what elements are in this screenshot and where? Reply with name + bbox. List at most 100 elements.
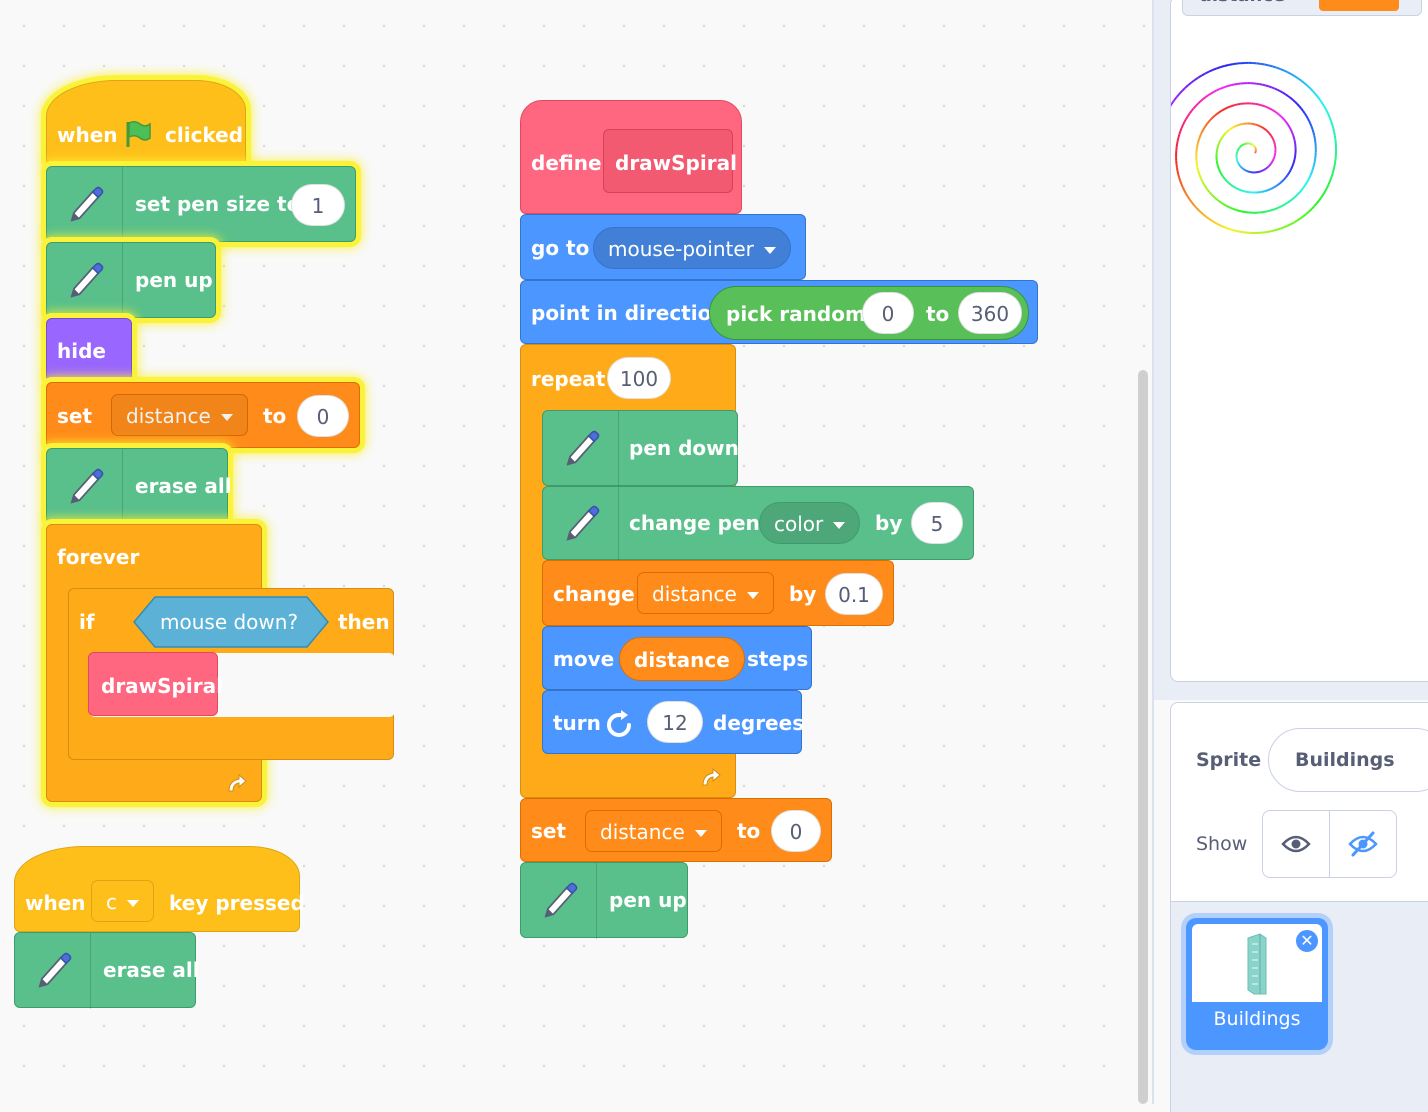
- set-variable-block-2[interactable]: set distance to 0: [520, 798, 832, 862]
- pen-icon: [47, 167, 123, 243]
- spiral-segment: [1288, 172, 1289, 174]
- spiral-segment: [1231, 84, 1234, 85]
- when-key-pressed-block[interactable]: when c key pressed: [14, 846, 300, 932]
- pen-change-input[interactable]: 5: [911, 502, 963, 544]
- spiral-segment: [1262, 127, 1263, 128]
- spiral-segment: [1189, 199, 1191, 202]
- go-to-block[interactable]: go to mouse-pointer: [520, 214, 806, 280]
- define-label: define: [531, 151, 602, 175]
- spiral-segment: [1219, 88, 1222, 89]
- spiral-segment: [1219, 142, 1220, 143]
- spiral-segment: [1276, 185, 1278, 186]
- spiral-segment: [1219, 168, 1220, 170]
- change-value-input[interactable]: 0.1: [825, 573, 883, 615]
- turn-block[interactable]: turn 12 degrees: [542, 690, 802, 754]
- sprite-name-input[interactable]: Buildings: [1268, 728, 1428, 792]
- pen-up-block-2[interactable]: pen up: [520, 862, 688, 938]
- show-label: Show: [1196, 833, 1247, 855]
- spiral-segment: [1332, 125, 1333, 129]
- hide-sprite-button[interactable]: [1329, 810, 1397, 878]
- key-dropdown[interactable]: c: [91, 880, 154, 922]
- spiral-segment: [1180, 181, 1181, 184]
- point-in-direction-label: point in direction: [531, 301, 726, 325]
- repeat-count-input[interactable]: 100: [607, 357, 671, 399]
- erase-all-block[interactable]: erase all: [46, 448, 228, 524]
- spiral-segment: [1286, 175, 1287, 177]
- pen-down-block[interactable]: pen down: [542, 410, 738, 486]
- set-pen-size-block[interactable]: set pen size to 1: [46, 166, 356, 242]
- spiral-segment: [1273, 66, 1277, 67]
- drawspiral-call-block[interactable]: drawSpiral: [88, 652, 218, 716]
- spiral-segment: [1291, 74, 1294, 76]
- show-sprite-button[interactable]: [1262, 810, 1330, 878]
- pen-up-label: pen up: [135, 268, 213, 292]
- set-value-input[interactable]: 0: [771, 810, 821, 852]
- spiral-segment: [1270, 231, 1274, 232]
- move-block[interactable]: move distance steps: [542, 626, 812, 690]
- close-icon[interactable]: ✕: [1294, 928, 1320, 954]
- pen-size-input[interactable]: 1: [291, 184, 345, 226]
- spiral-segment: [1210, 118, 1212, 120]
- spiral-segment: [1224, 65, 1228, 66]
- spiral-segment: [1199, 136, 1200, 138]
- spiral-segment: [1221, 138, 1222, 139]
- define-prototype[interactable]: drawSpiral: [603, 129, 733, 193]
- if-label: if: [79, 610, 95, 634]
- pen-param-dropdown[interactable]: color: [759, 502, 860, 544]
- variable-monitor: distance: [1182, 0, 1422, 16]
- spiral-segment: [1198, 101, 1200, 103]
- spiral-segment: [1178, 174, 1179, 177]
- spiral-segment: [1220, 171, 1221, 172]
- set-pen-size-label: set pen size to: [135, 192, 300, 216]
- variable-dropdown[interactable]: distance: [637, 572, 774, 614]
- distance-reporter[interactable]: distance: [619, 637, 745, 681]
- stage-canvas[interactable]: [1170, 0, 1428, 682]
- spiral-segment: [1297, 104, 1299, 106]
- spiral-segment: [1333, 128, 1334, 132]
- spiral-segment: [1266, 168, 1267, 169]
- spiral-segment: [1294, 76, 1297, 78]
- pick-random-reporter[interactable]: pick random 0 to 360: [709, 286, 1029, 340]
- spiral-segment: [1296, 194, 1298, 196]
- spiral-segment: [1215, 114, 1217, 115]
- chevron-down-icon: [127, 900, 139, 907]
- spiral-segment: [1227, 182, 1228, 183]
- go-to-target-dropdown[interactable]: mouse-pointer: [593, 227, 791, 269]
- spiral-segment: [1282, 118, 1283, 120]
- when-flag-clicked-block[interactable]: when clicked: [46, 80, 246, 166]
- variable-dropdown[interactable]: distance: [585, 810, 722, 852]
- spiral-segment: [1322, 103, 1324, 106]
- erase-all-block-2[interactable]: erase all: [14, 932, 196, 1008]
- drawspiral-call-label: drawSpiral: [101, 674, 223, 698]
- spiral-segment: [1236, 126, 1237, 127]
- spiral-segment: [1238, 231, 1242, 232]
- pen-up-block[interactable]: pen up: [46, 242, 216, 318]
- change-variable-block[interactable]: change distance by 0.1: [542, 560, 894, 626]
- spiral-segment: [1323, 191, 1325, 194]
- define-block[interactable]: define drawSpiral: [520, 100, 742, 214]
- spiral-segment: [1270, 189, 1272, 190]
- green-flag-icon: [123, 119, 153, 149]
- workspace-scrollbar[interactable]: [1138, 370, 1148, 1104]
- random-from-input[interactable]: 0: [862, 292, 914, 334]
- hide-block[interactable]: hide: [46, 318, 132, 382]
- sprite-tile-label: Buildings: [1186, 1008, 1328, 1030]
- spiral-segment: [1309, 175, 1310, 178]
- spiral-segment: [1191, 80, 1194, 82]
- set-variable-block[interactable]: set distance to 0: [46, 382, 360, 448]
- spiral-segment: [1233, 127, 1234, 128]
- spiral-segment: [1205, 72, 1209, 74]
- set-value-input[interactable]: 0: [297, 395, 349, 437]
- turn-degrees-input[interactable]: 12: [647, 701, 703, 743]
- variable-dropdown[interactable]: distance: [111, 394, 248, 436]
- spiral-segment: [1266, 130, 1267, 131]
- spiral-segment: [1209, 219, 1212, 221]
- random-to-input[interactable]: 360: [958, 292, 1022, 334]
- spiral-segment: [1235, 84, 1238, 85]
- change-pen-block[interactable]: change pen color by 5: [542, 486, 974, 560]
- spiral-segment: [1265, 129, 1266, 130]
- point-in-direction-block[interactable]: point in direction pick random 0 to 360: [520, 280, 1038, 344]
- spiral-segment: [1265, 211, 1268, 212]
- change-pen-label: change pen: [629, 511, 760, 535]
- spiral-segment: [1182, 88, 1185, 91]
